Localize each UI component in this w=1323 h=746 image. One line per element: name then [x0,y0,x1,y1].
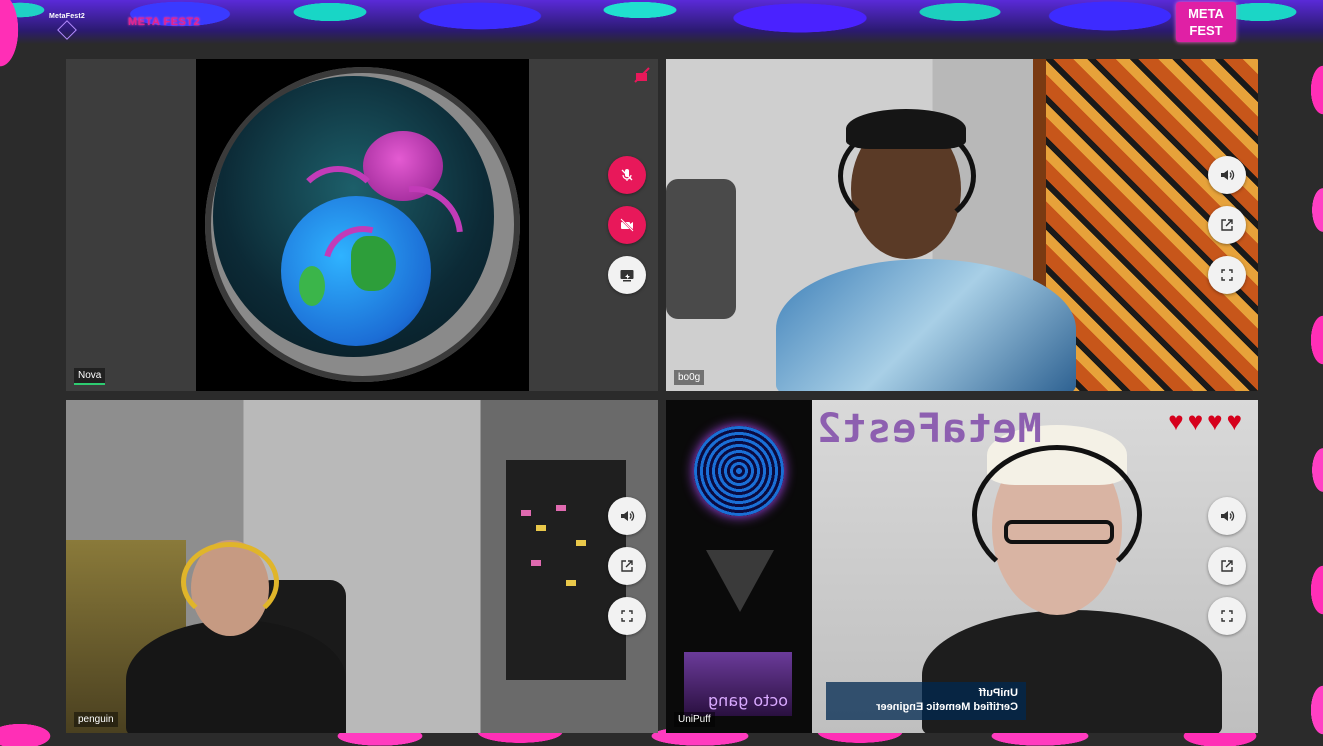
webcam-feed [666,59,1258,391]
video-tile-unipuff[interactable]: octo gang MetaFest2 ♥♥♥♥ UniPuff Certifi… [666,400,1258,733]
person-shirt [776,259,1076,391]
headphones [181,542,279,622]
fullscreen-button[interactable] [1208,256,1246,294]
participant-name-tag: bo0g [674,370,705,385]
pop-out-button[interactable] [1208,206,1246,244]
fullscreen-button[interactable] [1208,597,1246,635]
sticky-note [566,580,576,586]
caption-role: Certified Memetic Engineer [876,701,1018,713]
pop-out-button[interactable] [608,547,646,585]
continent [299,266,325,306]
octo-gang-banner: octo gang [684,652,792,716]
brand-line-1: META [1188,6,1224,21]
mic-off-icon [621,169,633,181]
participant-name-tag: UniPuff [674,712,715,727]
camera-off-icon [620,218,634,232]
frame-border-left [0,0,40,110]
header-title: META FEST2 [128,16,201,28]
volume-button[interactable] [1208,156,1246,194]
eyeglasses [1004,520,1114,544]
webcam-feed [66,400,658,733]
caption-name: UniPuff [978,687,1018,699]
lower-third-caption: UniPuff Certified Memetic Engineer [826,682,1026,720]
pop-out-button[interactable] [1208,547,1246,585]
person-shirt [126,620,346,733]
video-tile-penguin[interactable]: penguin [66,400,658,733]
frame-border-right [1297,30,1323,746]
wireframe-globe [694,426,784,516]
volume-icon [1221,170,1235,180]
sticky-note [556,505,566,511]
share-screen-button[interactable] [608,256,646,294]
octo-gang-text: octo gang [708,691,788,710]
office-chair [666,179,736,319]
video-tile-bo0g[interactable]: bo0g [666,59,1258,391]
space-background [213,76,494,357]
pop-out-icon [1221,560,1233,572]
volume-icon [1221,511,1235,521]
video-off-indicator-icon [634,67,650,83]
stream-sidebar-art: octo gang [666,400,812,733]
volume-icon [621,511,635,521]
sticky-note [531,560,541,566]
triangle-emblem-icon [706,550,774,612]
fullscreen-icon [1221,610,1233,622]
toggle-camera-button[interactable] [608,206,646,244]
sticky-note [536,525,546,531]
avatar-image [196,59,529,391]
headphones [972,445,1142,585]
sticky-note [521,510,531,516]
mirrored-event-title: MetaFest2 [816,406,1042,452]
pop-out-icon [1221,219,1233,231]
share-screen-icon [620,270,634,282]
fullscreen-icon [1221,269,1233,281]
participant-name-tag: penguin [74,712,118,727]
volume-button[interactable] [608,497,646,535]
fullscreen-icon [621,610,633,622]
sticky-note [576,540,586,546]
video-tile-nova[interactable]: Nova [66,59,658,391]
participant-name-tag: Nova [74,368,106,385]
metafest-brand-logo: META FEST [1176,2,1236,42]
hearts-overlay: ♥♥♥♥ [1168,406,1246,436]
logo-text: MetaFest2 [48,13,86,20]
head-wrap [846,109,966,149]
pop-out-icon [621,560,633,572]
fullscreen-button[interactable] [608,597,646,635]
metafest-logo: MetaFest2 [46,8,88,42]
logo-diamond-icon [57,20,77,40]
brand-line-2: FEST [1189,23,1223,38]
volume-button[interactable] [1208,497,1246,535]
mute-microphone-button[interactable] [608,156,646,194]
